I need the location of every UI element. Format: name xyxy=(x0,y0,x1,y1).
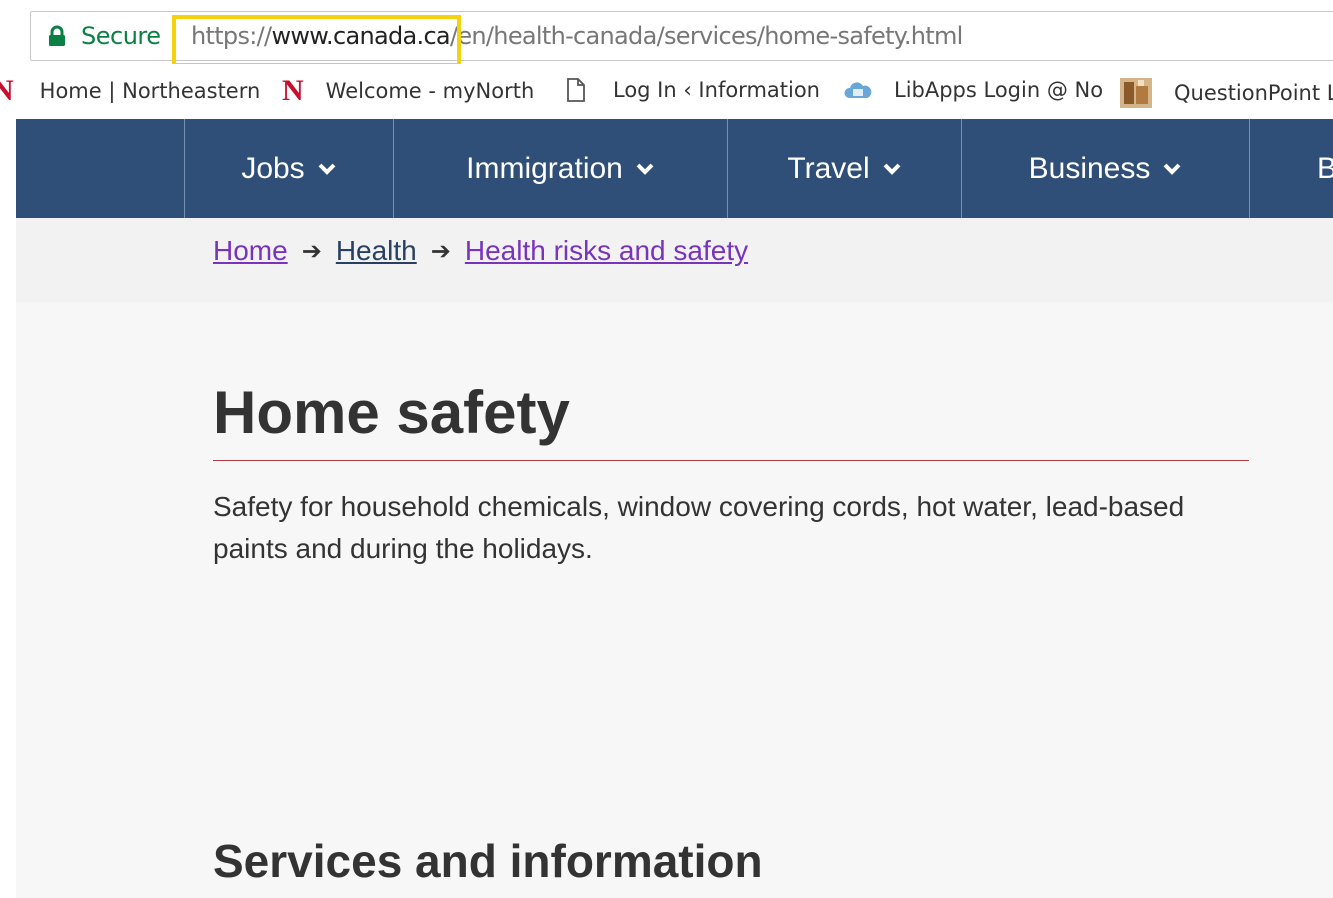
secure-label: Secure xyxy=(81,22,161,50)
nav-item-benefits[interactable]: B xyxy=(1249,119,1333,218)
page-content: Home ➔ Health ➔ Health risks and safety … xyxy=(16,218,1333,898)
breadcrumb-home-link[interactable]: Home xyxy=(213,235,288,267)
bookmark-login-information[interactable]: Log In ‹ Information xyxy=(566,78,820,102)
bookmark-label: QuestionPoint L xyxy=(1174,81,1333,105)
secure-indicator[interactable]: Secure xyxy=(47,22,161,50)
chevron-down-icon xyxy=(636,163,654,175)
bookmark-mynortheastern[interactable]: N Welcome - myNorth xyxy=(282,74,535,107)
nav-item-business[interactable]: Business xyxy=(961,119,1249,218)
title-divider xyxy=(213,460,1249,461)
page-title: Home safety xyxy=(213,379,570,446)
lock-icon xyxy=(49,25,65,46)
nav-item-jobs[interactable]: Jobs xyxy=(184,119,393,218)
breadcrumb-bar: Home ➔ Health ➔ Health risks and safety xyxy=(16,218,1333,302)
bookmark-libapps[interactable]: LibApps Login @ No xyxy=(843,78,1103,102)
breadcrumb-health-link[interactable]: Health xyxy=(336,235,417,267)
arrow-right-icon: ➔ xyxy=(430,237,451,265)
bookmark-label: Home | Northeastern xyxy=(39,79,261,103)
main-navigation: Jobs Immigration Travel Business B xyxy=(16,119,1333,218)
nav-item-immigration[interactable]: Immigration xyxy=(393,119,727,218)
url-path: /en/health-canada/services/home-safety.h… xyxy=(449,22,963,50)
page-intro: Safety for household chemicals, window c… xyxy=(213,491,1185,564)
chevron-down-icon xyxy=(883,163,901,175)
arrow-right-icon: ➔ xyxy=(301,237,322,265)
cloud-icon xyxy=(844,82,872,98)
nav-item-label: B xyxy=(1317,151,1333,185)
nav-item-label: Travel xyxy=(787,151,870,185)
bookmark-questionpoint[interactable]: QuestionPoint L xyxy=(1120,78,1333,108)
bookmark-label: Log In ‹ Information xyxy=(613,78,820,102)
section-heading: Services and information xyxy=(213,835,763,887)
bookmarks-bar: N Home | Northeastern N Welcome - myNort… xyxy=(0,64,1333,118)
breadcrumb: Home ➔ Health ➔ Health risks and safety xyxy=(213,235,748,267)
breadcrumb-health-risks-link[interactable]: Health risks and safety xyxy=(465,235,748,267)
chevron-down-icon xyxy=(318,163,336,175)
page-icon xyxy=(567,78,585,102)
nav-item-label: Immigration xyxy=(466,151,623,185)
chevron-down-icon xyxy=(1163,163,1181,175)
nav-item-label: Jobs xyxy=(241,151,305,185)
bookmark-label: LibApps Login @ No xyxy=(894,78,1104,102)
nav-item-travel[interactable]: Travel xyxy=(727,119,961,218)
northeastern-n-icon: N xyxy=(0,74,14,107)
northeastern-n-icon: N xyxy=(282,74,304,107)
nav-item-label: Business xyxy=(1028,151,1151,185)
bookmark-northeastern-home[interactable]: N Home | Northeastern xyxy=(0,74,261,107)
url-highlight-box xyxy=(172,15,461,67)
questionpoint-icon xyxy=(1120,78,1152,108)
bookmark-label: Welcome - myNorth xyxy=(325,79,535,103)
